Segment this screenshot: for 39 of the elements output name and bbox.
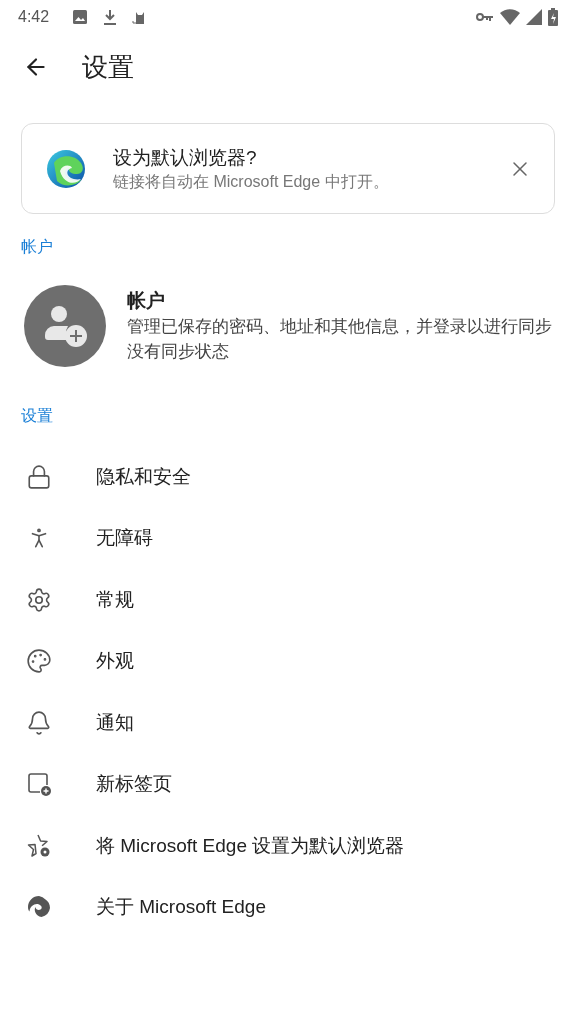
settings-item-label: 无障碍 [96,526,153,550]
banner-title: 设为默认浏览器? [113,145,258,170]
battery-icon [548,8,558,26]
key-icon [476,12,494,22]
section-header: 帐户 [21,237,53,257]
settings-item-label: 外观 [96,649,134,673]
account-title: 帐户 [127,289,166,313]
settings-item-label: 通知 [96,710,134,735]
settings-item-label: 关于 Microsoft Edge [96,895,266,919]
settings-item[interactable]: 通知 [0,692,576,754]
settings-item[interactable]: 外观 [0,630,576,692]
palette-icon [26,648,52,675]
banner-subtitle: 链接将自动在 Microsoft Edge 中打开。 [113,171,390,192]
settings-item[interactable]: 关于 Microsoft Edge [0,876,576,938]
settings-item[interactable]: 新标签页 [0,753,576,815]
settings-item-label: 隐私和安全 [96,464,191,489]
settings-item-label: 常规 [96,587,134,612]
image-icon [72,9,88,25]
settings-item[interactable]: 将 Microsoft Edge 设置为默认浏览器 [0,815,576,877]
account-description: 管理已保存的密码、地址和其他信息，并登录以进行同步 [127,316,552,338]
status-time: 4:42 [18,7,51,27]
settings-item[interactable]: 常规 [0,569,576,631]
lock-icon [26,463,52,490]
settings-item[interactable]: 无障碍 [0,507,576,569]
settings-item-label: 将 Microsoft Edge 设置为默认浏览器 [96,833,405,858]
settings-item[interactable]: 隐私和安全 [0,446,576,508]
sync-status: 没有同步状态 [127,341,230,363]
bell-icon [26,709,52,736]
page-title: 设置 [82,50,134,84]
avatar-add-icon [24,285,106,367]
wifi-icon [500,9,520,25]
settings-item-label: 新标签页 [96,772,172,796]
section-header: 设置 [21,406,53,426]
signal-icon [526,9,542,25]
edge-logo-icon [46,148,86,189]
gear-icon [26,586,52,613]
download-icon [102,9,118,25]
new-tab-icon [26,771,52,798]
account-row[interactable]: 帐户 管理已保存的密码、地址和其他信息，并登录以进行同步 没有同步状态 [0,285,576,367]
